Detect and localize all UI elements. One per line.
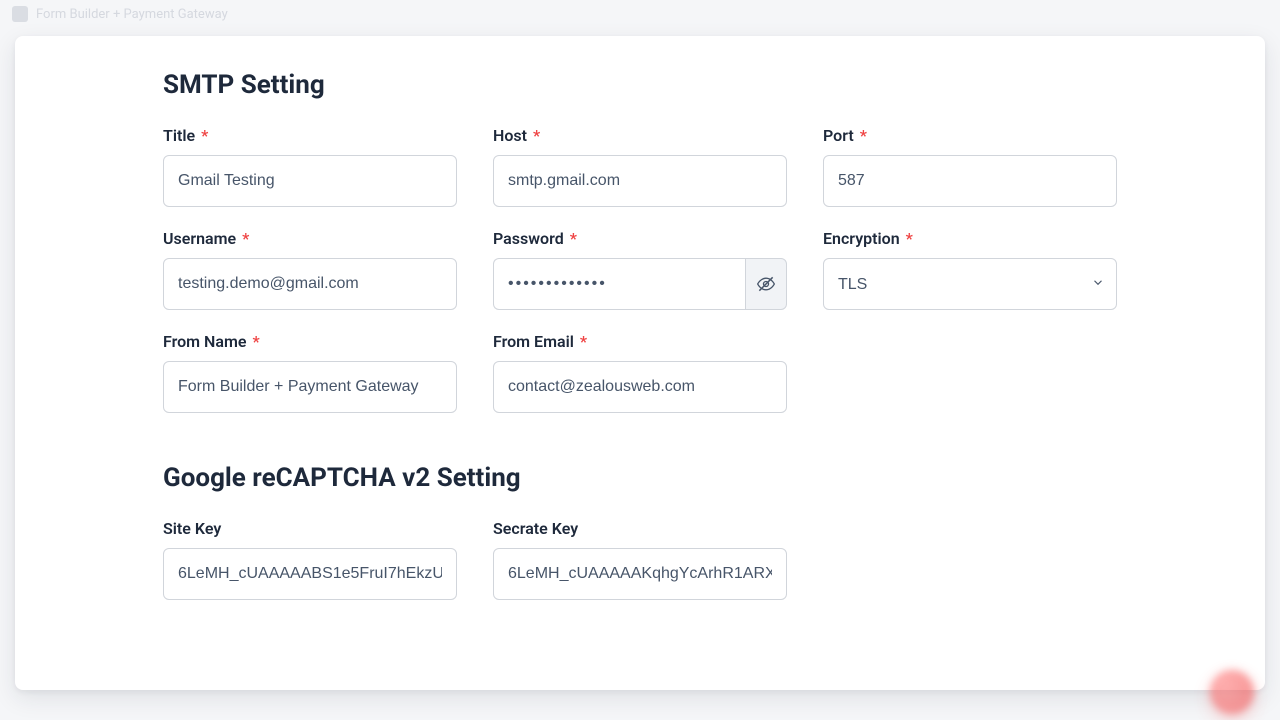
field-username: Username * [163,229,457,310]
required-marker: * [860,126,867,145]
label-username: Username * [163,229,249,248]
input-secret-key[interactable] [493,548,787,600]
field-from-name: From Name * [163,332,457,413]
input-from-name[interactable] [163,361,457,413]
required-marker: * [570,229,577,248]
smtp-heading: SMTP Setting [163,70,1117,100]
label-from-name: From Name * [163,332,260,351]
label-encryption-text: Encryption [823,229,900,248]
smtp-grid: Title * Host * Port * Username * [163,126,1117,413]
label-title-text: Title [163,126,195,145]
field-encryption: Encryption * TLS [823,229,1117,310]
select-wrap-encryption: TLS [823,258,1117,310]
floating-action-hint [1210,670,1254,714]
label-host: Host * [493,126,540,145]
label-from-name-text: From Name [163,332,246,351]
field-port: Port * [823,126,1117,207]
recaptcha-heading: Google reCAPTCHA v2 Setting [163,463,1117,493]
password-wrap [493,258,787,310]
required-marker: * [906,229,913,248]
input-title[interactable] [163,155,457,207]
label-password-text: Password [493,229,564,248]
input-host[interactable] [493,155,787,207]
field-secret-key: Secrate Key [493,519,787,600]
topbar: Form Builder + Payment Gateway [0,0,1280,28]
label-encryption: Encryption * [823,229,913,248]
select-encryption[interactable]: TLS [823,258,1117,310]
required-marker: * [252,332,259,351]
field-site-key: Site Key [163,519,457,600]
required-marker: * [201,126,208,145]
label-port-text: Port [823,126,854,145]
breadcrumb: Form Builder + Payment Gateway [36,7,228,22]
label-title: Title * [163,126,208,145]
label-from-email-text: From Email [493,332,574,351]
field-from-email: From Email * [493,332,787,413]
required-marker: * [533,126,540,145]
label-host-text: Host [493,126,527,145]
field-password: Password * [493,229,787,310]
label-username-text: Username [163,229,236,248]
field-title: Title * [163,126,457,207]
input-username[interactable] [163,258,457,310]
settings-card: SMTP Setting Title * Host * Port * [15,36,1265,690]
label-password: Password * [493,229,577,248]
input-from-email[interactable] [493,361,787,413]
label-site-key: Site Key [163,519,221,538]
field-host: Host * [493,126,787,207]
label-port: Port * [823,126,867,145]
recaptcha-grid: Site Key Secrate Key [163,519,1117,600]
input-site-key[interactable] [163,548,457,600]
label-from-email: From Email * [493,332,587,351]
required-marker: * [580,332,587,351]
label-secret-key: Secrate Key [493,519,578,538]
input-password[interactable] [493,258,745,310]
toggle-password-visibility[interactable] [745,258,787,310]
app-icon [12,6,28,22]
eye-off-icon [756,274,776,294]
input-port[interactable] [823,155,1117,207]
required-marker: * [242,229,249,248]
